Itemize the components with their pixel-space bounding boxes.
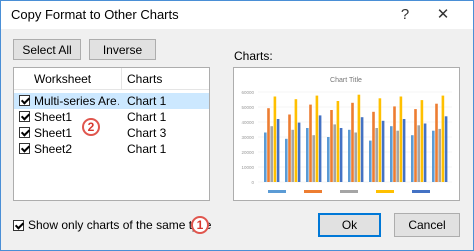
- chart-bar: [396, 130, 399, 182]
- chart-list[interactable]: Worksheet Charts Multi-series Are… Chart…: [13, 67, 210, 201]
- chart-bar: [393, 106, 396, 182]
- same-type-checkbox[interactable]: [13, 220, 24, 231]
- legend-swatch: [376, 190, 394, 193]
- chart-bar: [438, 128, 441, 182]
- chart-bar: [390, 126, 393, 182]
- list-item[interactable]: Sheet2 Chart 1: [14, 141, 209, 157]
- chart-bar: [291, 129, 294, 182]
- charts-label: Charts:: [234, 49, 273, 63]
- legend-swatch: [268, 190, 286, 193]
- title-bar: Copy Format to Other Charts ? ✕: [1, 1, 473, 29]
- row-checkbox[interactable]: [19, 143, 30, 154]
- chart-bar: [312, 135, 315, 182]
- chart-bar: [357, 94, 361, 182]
- chart-bar: [294, 99, 298, 182]
- chart-bar: [351, 102, 354, 182]
- legend-swatch: [340, 190, 358, 193]
- chart-bar: [270, 126, 273, 182]
- column-separator: [121, 68, 122, 90]
- worksheet-cell: Multi-series Are…: [34, 94, 119, 108]
- column-header-worksheet[interactable]: Worksheet: [34, 68, 119, 90]
- row-checkbox[interactable]: [19, 95, 30, 106]
- help-icon[interactable]: ?: [391, 5, 419, 25]
- chart-bar: [306, 128, 309, 182]
- ok-button[interactable]: Ok: [318, 213, 381, 237]
- chart-bar: [339, 128, 343, 182]
- close-icon[interactable]: ✕: [429, 5, 457, 25]
- chart-bar: [372, 111, 375, 182]
- column-header-charts[interactable]: Charts: [127, 68, 197, 90]
- chart-bar: [411, 135, 414, 182]
- chart-bar: [381, 120, 385, 182]
- chart-bar: [309, 104, 312, 182]
- y-tick-label: 0: [251, 180, 254, 185]
- chart-bar: [327, 137, 330, 182]
- legend-swatch: [412, 190, 430, 193]
- chart-bar: [273, 96, 277, 182]
- chart-cell: Chart 1: [127, 142, 167, 156]
- y-tick-label: 10000: [241, 165, 254, 170]
- y-tick-label: 50000: [241, 105, 254, 110]
- list-item[interactable]: Sheet1 Chart 3: [14, 125, 209, 141]
- chart-bar: [399, 96, 403, 182]
- chart-bar: [423, 123, 427, 182]
- chart-bar: [348, 129, 351, 182]
- chart-bar: [444, 116, 448, 182]
- chart-bar: [378, 98, 382, 182]
- chart-bar: [420, 100, 424, 182]
- chart-thumbnail: Chart Title 60000 50000 40000 30000 2000…: [241, 77, 452, 193]
- list-item[interactable]: Sheet1 Chart 1: [14, 109, 209, 125]
- chart-bars: [264, 94, 448, 182]
- chart-bar: [333, 124, 336, 182]
- chart-bar: [369, 140, 372, 182]
- chart-bar: [375, 128, 378, 182]
- chart-bar: [288, 114, 291, 182]
- chart-bar: [336, 101, 340, 182]
- chart-bar: [318, 115, 322, 182]
- dialog-window: Copy Format to Other Charts ? ✕ Select A…: [0, 0, 474, 251]
- annotation-badge-1: 1: [191, 216, 209, 234]
- legend-swatch: [304, 190, 322, 193]
- chart-bar: [276, 119, 280, 182]
- chart-bar: [315, 95, 319, 182]
- y-tick-label: 40000: [241, 120, 254, 125]
- chart-preview: Chart Title 60000 50000 40000 30000 2000…: [233, 67, 460, 201]
- chart-cell: Chart 3: [127, 126, 167, 140]
- chart-bar: [432, 130, 435, 182]
- worksheet-cell: Sheet1: [34, 126, 73, 140]
- chart-legend: [268, 190, 430, 193]
- y-tick-label: 20000: [241, 150, 254, 155]
- chart-bar: [297, 122, 301, 182]
- chart-bar: [330, 110, 333, 182]
- chart-bar: [354, 132, 357, 182]
- list-item[interactable]: Multi-series Are… Chart 1: [14, 93, 209, 109]
- select-all-button[interactable]: Select All: [13, 39, 81, 60]
- y-tick-label: 60000: [241, 90, 254, 95]
- worksheet-cell: Sheet2: [34, 142, 73, 156]
- chart-bar: [267, 108, 270, 182]
- chart-title: Chart Title: [330, 77, 362, 84]
- same-type-label[interactable]: Show only charts of the same type: [28, 218, 211, 232]
- cancel-button[interactable]: Cancel: [394, 213, 460, 237]
- chart-bar: [360, 117, 364, 182]
- row-checkbox[interactable]: [19, 111, 30, 122]
- chart-bar: [441, 95, 445, 182]
- chart-bar: [414, 109, 417, 182]
- chart-bar: [264, 132, 267, 182]
- chart-cell: Chart 1: [127, 110, 167, 124]
- worksheet-cell: Sheet1: [34, 110, 73, 124]
- annotation-badge-2: 2: [82, 118, 100, 136]
- inverse-button[interactable]: Inverse: [89, 39, 156, 60]
- chart-bar: [435, 103, 438, 182]
- chart-bar: [417, 125, 420, 182]
- chart-bar: [285, 138, 288, 182]
- chart-bar: [402, 119, 406, 182]
- row-checkbox[interactable]: [19, 127, 30, 138]
- chart-cell: Chart 1: [127, 94, 167, 108]
- y-tick-label: 30000: [241, 135, 254, 140]
- dialog-title: Copy Format to Other Charts: [11, 7, 179, 22]
